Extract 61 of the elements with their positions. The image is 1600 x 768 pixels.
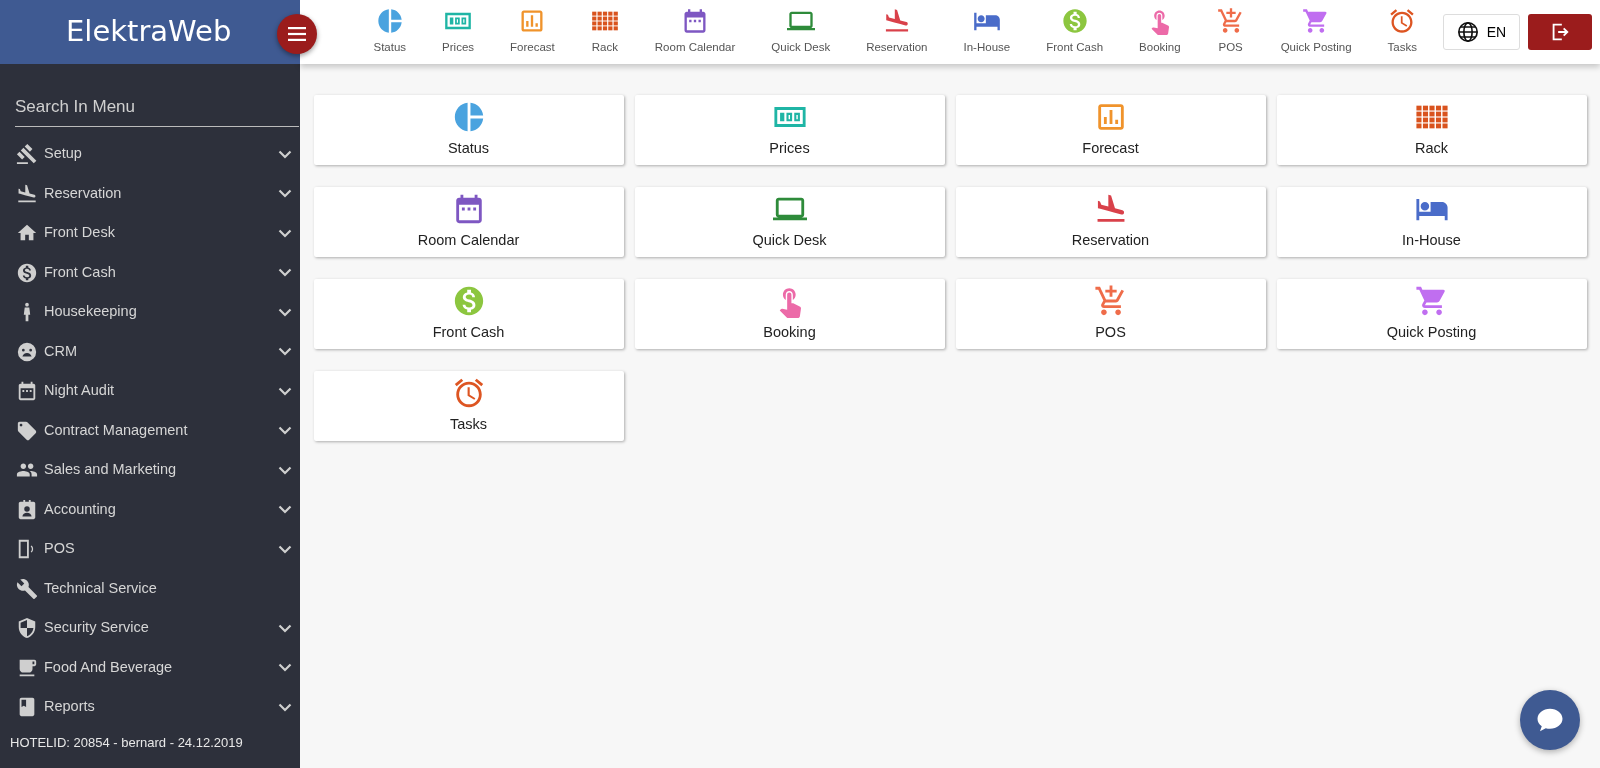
module-tile[interactable]: Front Cash bbox=[313, 279, 624, 349]
toolbar-item[interactable]: Room Calendar bbox=[654, 7, 736, 57]
module-tile[interactable]: POS bbox=[955, 279, 1266, 349]
dollar-coin-icon bbox=[1060, 7, 1089, 36]
sidebar-item[interactable]: Technical Service bbox=[0, 569, 300, 609]
globe-icon bbox=[1456, 21, 1479, 43]
sidebar-item[interactable]: Security Service bbox=[0, 608, 300, 648]
sidebar-item[interactable]: Sales and Marketing bbox=[0, 450, 300, 490]
toolbar-item[interactable]: POS bbox=[1216, 7, 1245, 57]
logout-button[interactable] bbox=[1528, 14, 1592, 50]
logo: ElektraWeb bbox=[66, 13, 232, 51]
sidebar-item[interactable]: Housekeeping bbox=[0, 292, 300, 332]
wrench-icon bbox=[16, 577, 38, 600]
module-tile[interactable]: Room Calendar bbox=[313, 187, 624, 257]
language-button[interactable]: EN bbox=[1443, 14, 1520, 50]
sidebar-item[interactable]: POS bbox=[0, 529, 300, 569]
toolbar-item[interactable]: Prices bbox=[442, 7, 475, 57]
toolbar-item[interactable]: Quick Posting bbox=[1280, 7, 1352, 57]
sidebar-item[interactable]: Accounting bbox=[0, 490, 300, 530]
toolbar-item[interactable]: Front Cash bbox=[1046, 7, 1104, 57]
module-tile[interactable]: Prices bbox=[634, 95, 945, 165]
sidebar-item[interactable]: Food And Beverage bbox=[0, 648, 300, 688]
module-tile[interactable]: Forecast bbox=[955, 95, 1266, 165]
tag-icon bbox=[16, 419, 38, 442]
toolbar-item[interactable]: Forecast bbox=[510, 7, 555, 57]
toolbar-item[interactable]: Status bbox=[373, 7, 407, 57]
dollar-coin-icon bbox=[16, 261, 38, 284]
toolbar-item[interactable]: Quick Desk bbox=[771, 7, 831, 57]
sidebar-item[interactable]: Front Desk bbox=[0, 213, 300, 253]
menu-button[interactable] bbox=[277, 14, 317, 54]
shield-icon bbox=[16, 617, 38, 640]
sidebar-item[interactable]: Contract Management bbox=[0, 411, 300, 451]
toolbar-item[interactable]: In-House bbox=[963, 7, 1011, 57]
face-icon bbox=[16, 340, 38, 363]
search-field[interactable]: Search In Menu bbox=[15, 88, 299, 127]
sidebar-item[interactable]: Reservation bbox=[0, 174, 300, 214]
sidebar-item[interactable]: Front Cash bbox=[0, 253, 300, 293]
toolbar-item[interactable]: Tasks bbox=[1387, 7, 1417, 57]
chat-button[interactable] bbox=[1520, 690, 1580, 750]
sidebar-item[interactable]: CRM bbox=[0, 332, 300, 372]
toolbar-item[interactable]: Rack bbox=[590, 7, 619, 57]
pie-chart-icon bbox=[375, 7, 404, 36]
toolbar-item[interactable]: Booking bbox=[1139, 7, 1181, 57]
sidebar-item[interactable]: Setup bbox=[0, 134, 300, 174]
module-tile[interactable]: Reservation bbox=[955, 187, 1266, 257]
sidebar-item[interactable]: Night Audit bbox=[0, 371, 300, 411]
toolbar-item[interactable]: Reservation bbox=[866, 7, 928, 57]
module-tile[interactable]: Tasks bbox=[313, 371, 624, 441]
module-tile[interactable]: Quick Desk bbox=[634, 187, 945, 257]
sidebar-item[interactable]: Reports bbox=[0, 687, 300, 727]
module-tile[interactable]: Quick Posting bbox=[1276, 279, 1587, 349]
footer-text: HOTELID: 20854 - bernard - 24.12.2019 bbox=[9, 734, 244, 752]
plane-landing-icon bbox=[16, 182, 38, 205]
module-tile[interactable]: Rack bbox=[1276, 95, 1587, 165]
contact-card-icon bbox=[16, 498, 38, 521]
module-tile[interactable]: In-House bbox=[1276, 187, 1587, 257]
module-tile[interactable]: Booking bbox=[634, 279, 945, 349]
module-tile[interactable]: Status bbox=[313, 95, 624, 165]
menu-icon bbox=[288, 27, 306, 41]
gavel-icon bbox=[16, 143, 38, 166]
calendar-icon bbox=[16, 380, 38, 403]
